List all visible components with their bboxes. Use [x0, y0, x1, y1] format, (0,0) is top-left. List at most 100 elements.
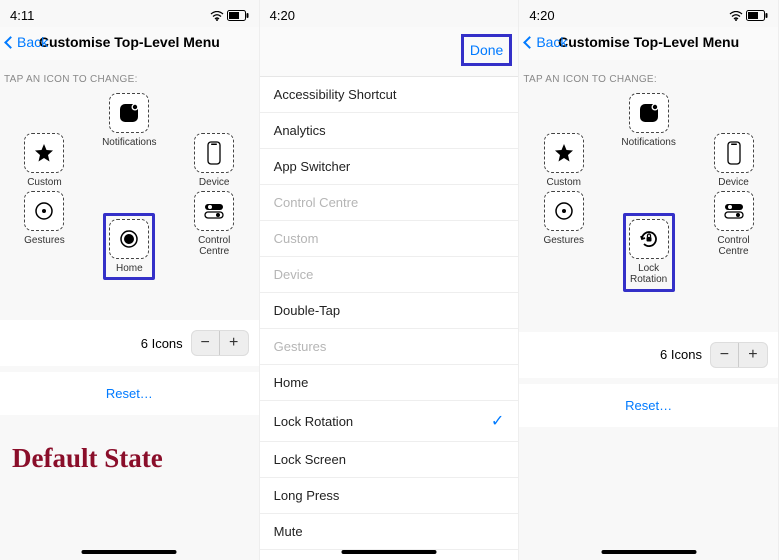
list-item-label: Gestures	[274, 339, 327, 354]
list-item-label: Device	[274, 267, 314, 282]
slot-control-centre[interactable]: Control Centre	[694, 191, 774, 292]
battery-icon	[227, 10, 249, 21]
list-item-label: Lock Screen	[274, 452, 346, 467]
back-button[interactable]: Back	[6, 34, 48, 50]
tile-label: Notifications	[102, 137, 156, 149]
status-bar: 4:11	[0, 0, 259, 27]
slot-notifications[interactable]: Notifications	[89, 93, 169, 189]
slot-device[interactable]: Device	[694, 133, 774, 189]
tile-label: Control Centre	[717, 235, 749, 258]
check-icon: ✓	[491, 411, 504, 431]
star-icon	[554, 143, 574, 163]
stepper-plus[interactable]: +	[220, 331, 248, 355]
tile-label: Gestures	[24, 235, 65, 247]
list-item-label: Double-Tap	[274, 303, 341, 318]
icon-count: 6 Icons	[660, 347, 702, 362]
list-item[interactable]: Mute	[260, 514, 519, 550]
list-item-label: Accessibility Shortcut	[274, 87, 397, 102]
tile-label: Notifications	[621, 137, 675, 149]
slot-home[interactable]: Home	[89, 213, 169, 281]
list-item: Gestures	[260, 329, 519, 365]
slot-custom[interactable]: Custom	[4, 133, 84, 189]
control-centre-icon	[723, 200, 745, 222]
list-item-label: Custom	[274, 231, 319, 246]
lock-rotation-icon	[638, 228, 660, 250]
list-item[interactable]: Accessibility Shortcut	[260, 77, 519, 113]
tile-label: Device	[199, 177, 230, 189]
list-item-label: Control Centre	[274, 195, 359, 210]
tile-label: Home	[109, 263, 149, 275]
list-item[interactable]: App Switcher	[260, 149, 519, 185]
pane-picker: 4:20 Done Accessibility Shortcut Analytic…	[260, 0, 520, 560]
wifi-icon	[210, 11, 224, 21]
back-button[interactable]: Back	[525, 34, 567, 50]
device-icon	[207, 141, 221, 165]
status-bar: 4:20	[260, 0, 519, 27]
pane-default-state: 4:11 Back Customise Top-Level Menu TAP A…	[0, 0, 260, 560]
list-item-label: Mute	[274, 524, 303, 539]
list-item-label: App Switcher	[274, 159, 351, 174]
icon-count-row: 6 Icons − +	[519, 332, 778, 378]
tile-label: Custom	[27, 177, 61, 189]
tile-label: Custom	[547, 177, 581, 189]
star-icon	[34, 143, 54, 163]
list-item[interactable]: Home	[260, 365, 519, 401]
gestures-icon	[33, 200, 55, 222]
control-centre-icon	[203, 200, 225, 222]
done-button[interactable]: Done	[461, 34, 512, 66]
icon-grid: Custom Notifications Device Gestures Hom…	[0, 93, 259, 280]
slot-control-centre[interactable]: Control Centre	[174, 191, 254, 281]
notifications-icon	[638, 102, 660, 124]
list-item[interactable]: Double-Tap	[260, 293, 519, 329]
highlight-box: Lock Rotation	[623, 213, 675, 292]
status-bar: 4:20	[519, 0, 778, 27]
slot-notifications[interactable]: Notifications	[609, 93, 689, 189]
status-icons	[729, 10, 768, 21]
battery-icon	[746, 10, 768, 21]
highlight-box: Home	[103, 213, 155, 281]
list-item: Device	[260, 257, 519, 293]
icon-count: 6 Icons	[141, 336, 183, 351]
list-item-label: Analytics	[274, 123, 326, 138]
stepper: − +	[191, 330, 249, 356]
home-indicator	[82, 550, 177, 554]
icon-count-row: 6 Icons − +	[0, 320, 259, 366]
notifications-icon	[118, 102, 140, 124]
list-item[interactable]: Lock Screen	[260, 442, 519, 478]
tile-label: Control Centre	[198, 235, 230, 258]
annotation-text: Default State	[0, 415, 259, 502]
slot-lock-rotation[interactable]: Lock Rotation	[609, 213, 689, 292]
list-item[interactable]: Long Press	[260, 478, 519, 514]
list-item[interactable]: Lock Rotation✓	[260, 401, 519, 442]
reset-button[interactable]: Reset…	[0, 372, 259, 415]
nav-bar: Back Customise Top-Level Menu	[519, 27, 778, 60]
stepper-minus[interactable]: −	[711, 343, 739, 367]
list-item-label: Long Press	[274, 488, 340, 503]
stepper-plus[interactable]: +	[739, 343, 767, 367]
status-icons	[210, 10, 249, 21]
chevron-left-icon	[523, 36, 536, 49]
stepper: − +	[710, 342, 768, 368]
chevron-left-icon	[4, 36, 17, 49]
wifi-icon	[729, 11, 743, 21]
list-item[interactable]: Analytics	[260, 113, 519, 149]
device-icon	[727, 141, 741, 165]
slot-gestures[interactable]: Gestures	[4, 191, 84, 281]
slot-gestures[interactable]: Gestures	[524, 191, 604, 292]
icon-grid: Custom Notifications Device Gestures Loc…	[519, 93, 778, 292]
nav-bar: Done	[260, 27, 519, 77]
home-icon	[118, 228, 140, 250]
stepper-minus[interactable]: −	[192, 331, 220, 355]
list-item: Control Centre	[260, 185, 519, 221]
nav-bar: Back Customise Top-Level Menu	[0, 27, 259, 60]
gestures-icon	[553, 200, 575, 222]
list-item: Custom	[260, 221, 519, 257]
tile-label: Device	[718, 177, 749, 189]
section-label: TAP AN ICON TO CHANGE:	[519, 60, 778, 93]
slot-device[interactable]: Device	[174, 133, 254, 189]
home-indicator	[341, 550, 436, 554]
slot-custom[interactable]: Custom	[524, 133, 604, 189]
tile-label: Gestures	[543, 235, 584, 247]
pane-after: 4:20 Back Customise Top-Level Menu TAP A…	[519, 0, 779, 560]
reset-button[interactable]: Reset…	[519, 384, 778, 427]
